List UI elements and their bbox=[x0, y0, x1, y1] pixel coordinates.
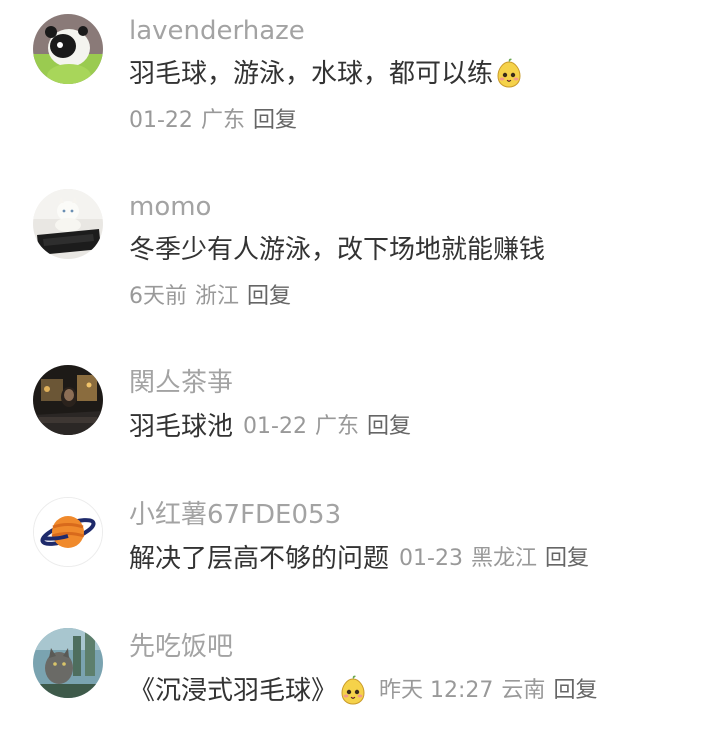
comment-location: 浙江 bbox=[195, 284, 240, 309]
planet-avatar-icon bbox=[34, 498, 102, 566]
reply-button[interactable]: 回复 bbox=[545, 546, 589, 571]
reply-button[interactable]: 回复 bbox=[553, 678, 597, 703]
comment-text: 羽毛球池 01-22 广东 回复 bbox=[129, 409, 411, 445]
comment-text: 羽毛球，游泳，水球，都可以练 bbox=[129, 56, 525, 92]
cute-pear-emoji-icon bbox=[497, 58, 521, 88]
user-avatar[interactable] bbox=[33, 497, 103, 567]
username[interactable]: 先吃饭吧 bbox=[129, 630, 233, 664]
comment-date: 昨天 12:27 bbox=[379, 678, 494, 703]
comment-meta: 01-22 广东 回复 bbox=[243, 409, 411, 445]
comment-date: 01-22 bbox=[243, 414, 307, 439]
username[interactable]: 小红薯67FDE053 bbox=[129, 498, 341, 532]
car-night-avatar-icon bbox=[33, 365, 103, 435]
comment-meta: 昨天 12:27 云南 回复 bbox=[379, 673, 597, 709]
comment-location: 广东 bbox=[200, 108, 245, 133]
reply-button[interactable]: 回复 bbox=[253, 108, 297, 133]
cat-laptop-avatar-icon bbox=[33, 189, 103, 259]
username[interactable]: momo bbox=[129, 190, 211, 224]
comment-date: 01-23 bbox=[399, 546, 463, 571]
username[interactable]: 関亼茶亊 bbox=[129, 366, 233, 400]
user-avatar[interactable] bbox=[33, 189, 103, 259]
comment-text: 解决了层高不够的问题 01-23 黑龙江 回复 bbox=[129, 541, 589, 577]
comment-meta: 01-22 广东 回复 bbox=[129, 106, 297, 136]
comment-text: 《沉浸式羽毛球》 昨天 12:27 云南 回复 bbox=[129, 673, 597, 709]
comment-text-content: 解决了层高不够的问题 bbox=[129, 544, 390, 574]
comment-date: 6天前 bbox=[129, 284, 187, 309]
user-avatar[interactable] bbox=[33, 14, 103, 84]
comment-location: 黑龙江 bbox=[470, 546, 537, 571]
comment-text-content: 冬季少有人游泳，改下场地就能赚钱 bbox=[129, 235, 546, 265]
comment-text-content: 羽毛球，游泳，水球，都可以练 bbox=[129, 59, 494, 89]
comment-text: 冬季少有人游泳，改下场地就能赚钱 bbox=[129, 232, 545, 268]
user-avatar[interactable] bbox=[33, 365, 103, 435]
comment-text-content: 《沉浸式羽毛球》 bbox=[129, 676, 338, 706]
comment-text-content: 羽毛球池 bbox=[129, 412, 234, 442]
reply-button[interactable]: 回复 bbox=[247, 284, 291, 309]
panda-avatar-icon bbox=[33, 14, 103, 84]
comment-location: 广东 bbox=[314, 414, 359, 439]
cute-pear-emoji-icon bbox=[341, 675, 365, 705]
username[interactable]: lavenderhaze bbox=[129, 14, 305, 48]
reply-button[interactable]: 回复 bbox=[367, 414, 411, 439]
user-avatar[interactable] bbox=[33, 628, 103, 698]
comment-meta: 6天前 浙江 回复 bbox=[129, 282, 291, 312]
comment-location: 云南 bbox=[501, 678, 546, 703]
comment-meta: 01-23 黑龙江 回复 bbox=[399, 541, 589, 577]
cat-outdoor-avatar-icon bbox=[33, 628, 103, 698]
comment-date: 01-22 bbox=[129, 108, 193, 133]
